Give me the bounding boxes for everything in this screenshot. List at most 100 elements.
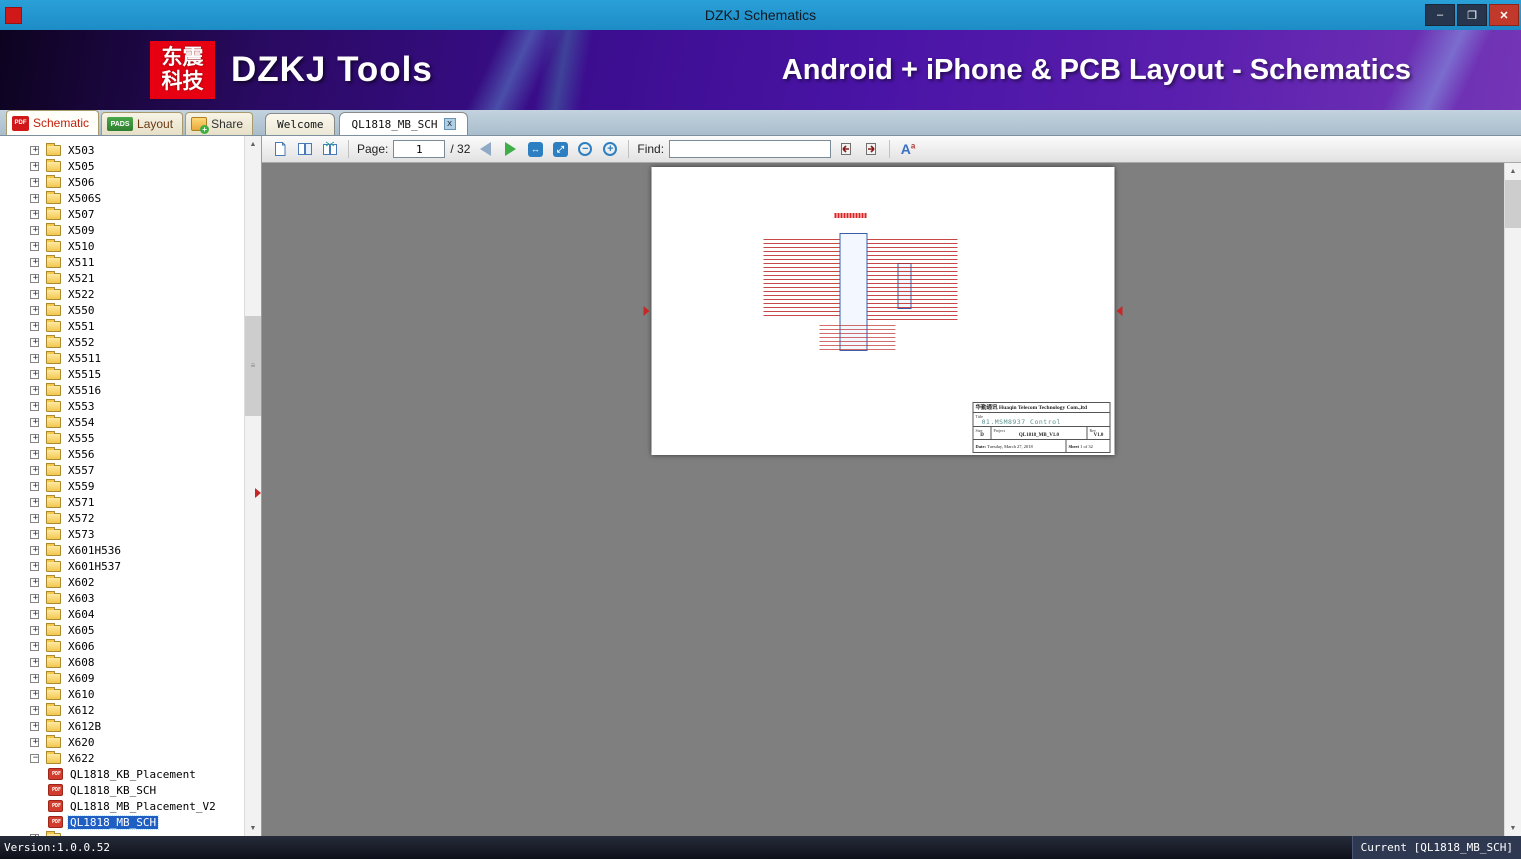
tree-item[interactable]: QL1818_KB_Placement <box>0 766 244 782</box>
expand-toggle-icon[interactable] <box>30 161 40 171</box>
close-button[interactable]: ✕ <box>1489 4 1519 26</box>
expand-toggle-icon[interactable] <box>30 721 40 731</box>
expand-toggle-icon[interactable] <box>30 177 40 187</box>
tab-schematic[interactable]: PDF Schematic <box>6 110 100 135</box>
expand-toggle-icon[interactable] <box>30 305 40 315</box>
tree-item[interactable]: X604 <box>0 606 244 622</box>
scroll-down-icon[interactable]: ▼ <box>1505 820 1521 836</box>
tree-item[interactable]: X612B <box>0 718 244 734</box>
zoom-in-icon[interactable]: + <box>600 139 620 159</box>
tree-item[interactable]: X559 <box>0 478 244 494</box>
pdf-page[interactable]: 华勤通讯 Huaqin Telecom Technology Com.,ltd … <box>643 167 1123 455</box>
minimize-button[interactable]: – <box>1425 4 1455 26</box>
scrollbar-thumb[interactable]: ≡ <box>245 316 261 416</box>
tree-item[interactable]: X506 <box>0 174 244 190</box>
tree-item[interactable]: X552 <box>0 334 244 350</box>
expand-toggle-icon[interactable] <box>30 689 40 699</box>
tree-item[interactable]: QL1818_MB_Placement_V2 <box>0 798 244 814</box>
expand-toggle-icon[interactable] <box>30 465 40 475</box>
sidebar-scrollbar[interactable]: ▲ ≡ ▼ <box>244 136 261 836</box>
tree-item[interactable]: X506S <box>0 190 244 206</box>
tree-item[interactable]: QL1818_MB_SCH <box>0 814 244 830</box>
single-page-view-icon[interactable] <box>270 139 290 159</box>
expand-toggle-icon[interactable] <box>30 385 40 395</box>
tree-item[interactable]: X606 <box>0 638 244 654</box>
find-previous-icon[interactable] <box>836 139 856 159</box>
tree-item[interactable]: X509 <box>0 222 244 238</box>
splitter-arrow-icon[interactable] <box>255 488 261 498</box>
tree-item[interactable]: X507 <box>0 206 244 222</box>
tab-document[interactable]: QL1818_MB_SCH x <box>339 112 468 135</box>
tree-item[interactable]: QL1818_KB_SCH <box>0 782 244 798</box>
expand-toggle-icon[interactable] <box>30 481 40 491</box>
expand-toggle-icon[interactable] <box>30 833 40 836</box>
expand-toggle-icon[interactable] <box>30 561 40 571</box>
tree-item[interactable]: X605 <box>0 622 244 638</box>
expand-toggle-icon[interactable] <box>30 257 40 267</box>
tree-item[interactable]: X551 <box>0 318 244 334</box>
expand-toggle-icon[interactable] <box>30 625 40 635</box>
tree-item[interactable]: X510 <box>0 238 244 254</box>
expand-toggle-icon[interactable] <box>30 241 40 251</box>
tree-item[interactable]: X5515 <box>0 366 244 382</box>
expand-toggle-icon[interactable] <box>30 337 40 347</box>
expand-toggle-icon[interactable] <box>30 273 40 283</box>
tree-item[interactable]: X609 <box>0 670 244 686</box>
expand-toggle-icon[interactable] <box>30 705 40 715</box>
close-tab-icon[interactable]: x <box>443 118 456 130</box>
expand-toggle-icon[interactable] <box>30 593 40 603</box>
expand-toggle-icon[interactable] <box>30 641 40 651</box>
expand-toggle-icon[interactable] <box>30 193 40 203</box>
tree-item[interactable]: X550 <box>0 302 244 318</box>
pdf-canvas[interactable]: 华勤通讯 Huaqin Telecom Technology Com.,ltd … <box>262 163 1504 836</box>
expand-toggle-icon[interactable] <box>30 737 40 747</box>
tree-item[interactable]: X608 <box>0 654 244 670</box>
tree-item[interactable]: X622 <box>0 750 244 766</box>
expand-toggle-icon[interactable] <box>30 225 40 235</box>
scroll-up-icon[interactable]: ▲ <box>245 136 261 152</box>
maximize-button[interactable]: ❐ <box>1457 4 1487 26</box>
expand-toggle-icon[interactable] <box>30 529 40 539</box>
expand-toggle-icon[interactable] <box>30 753 40 763</box>
expand-toggle-icon[interactable] <box>30 673 40 683</box>
expand-toggle-icon[interactable] <box>30 497 40 507</box>
tab-welcome[interactable]: Welcome <box>265 113 336 135</box>
expand-toggle-icon[interactable] <box>30 353 40 363</box>
tree-item[interactable]: X555 <box>0 430 244 446</box>
expand-toggle-icon[interactable] <box>30 433 40 443</box>
expand-toggle-icon[interactable] <box>30 321 40 331</box>
tree-item[interactable]: X521 <box>0 270 244 286</box>
tree-item[interactable]: X505 <box>0 158 244 174</box>
font-size-icon[interactable]: Aa <box>898 139 918 159</box>
tree-item[interactable]: X522 <box>0 286 244 302</box>
fit-page-icon[interactable]: ⤢ <box>550 139 570 159</box>
tree-item[interactable]: X603 <box>0 590 244 606</box>
expand-toggle-icon[interactable] <box>30 449 40 459</box>
tree-item[interactable]: X503 <box>0 142 244 158</box>
tree-item[interactable]: X601H536 <box>0 542 244 558</box>
expand-toggle-icon[interactable] <box>30 401 40 411</box>
tree-item[interactable]: X511 <box>0 254 244 270</box>
tree-item[interactable]: X572 <box>0 510 244 526</box>
tree-item[interactable]: X601H537 <box>0 558 244 574</box>
expand-toggle-icon[interactable] <box>30 657 40 667</box>
fit-width-icon[interactable]: ↔ <box>525 139 545 159</box>
find-input[interactable] <box>669 140 832 158</box>
expand-toggle-icon[interactable] <box>30 609 40 619</box>
viewer-scrollbar[interactable]: ▲ ▼ <box>1504 163 1521 836</box>
find-next-icon[interactable] <box>861 139 881 159</box>
tree-item[interactable]: X5516 <box>0 382 244 398</box>
scrollbar-thumb[interactable] <box>1505 180 1521 228</box>
tab-share[interactable]: Share <box>185 112 254 135</box>
tree-item[interactable]: X602 <box>0 574 244 590</box>
book-view-icon[interactable] <box>320 139 340 159</box>
expand-toggle-icon[interactable] <box>30 577 40 587</box>
facing-pages-icon[interactable] <box>295 139 315 159</box>
tree-item[interactable]: X610 <box>0 686 244 702</box>
scroll-up-icon[interactable]: ▲ <box>1505 163 1521 179</box>
tree-item[interactable]: X573 <box>0 526 244 542</box>
next-page-icon[interactable] <box>500 139 520 159</box>
expand-toggle-icon[interactable] <box>30 369 40 379</box>
tree-item[interactable]: X620 <box>0 734 244 750</box>
tree-item[interactable]: X556 <box>0 446 244 462</box>
